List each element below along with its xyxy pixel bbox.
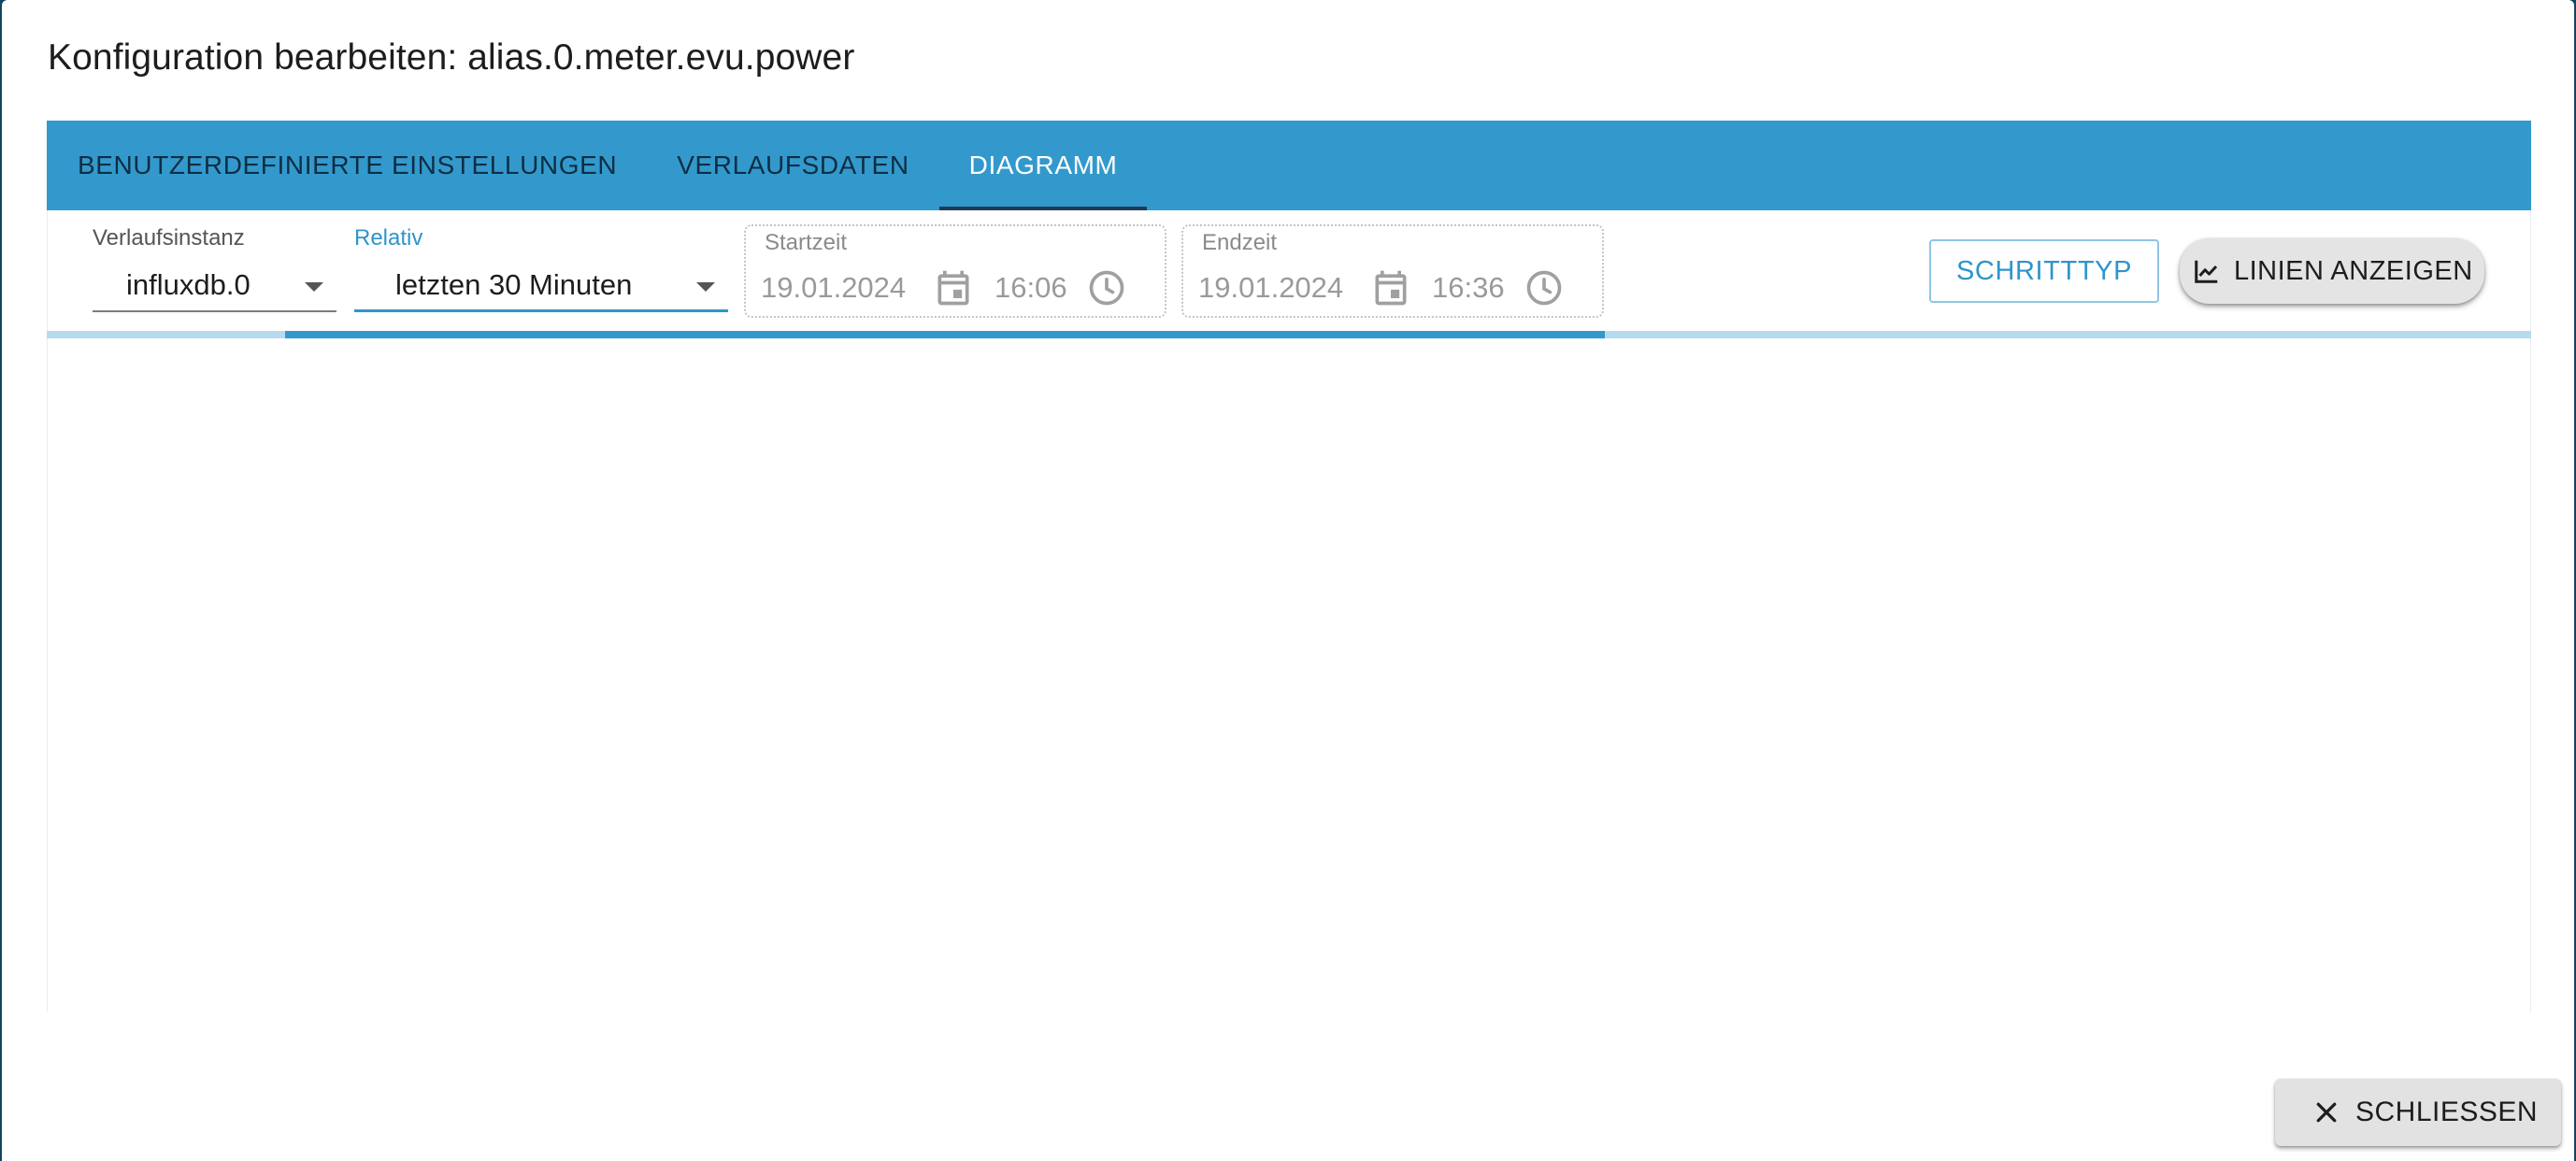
start-date-input[interactable]: 19.01.2024 — [761, 271, 906, 305]
tab-bar: BENUTZERDEFINIERTE EINSTELLUNGEN VERLAUF… — [47, 121, 2531, 210]
clock-icon[interactable] — [1524, 267, 1565, 308]
instance-select[interactable]: influxdb.0 — [93, 260, 336, 312]
calendar-icon[interactable] — [1370, 265, 1411, 310]
end-time-label: Endzeit — [1202, 230, 1278, 255]
tab-custom-settings[interactable]: BENUTZERDEFINIERTE EINSTELLUNGEN — [48, 121, 647, 210]
instance-value: influxdb.0 — [126, 268, 250, 301]
end-time-input[interactable]: 16:36 — [1432, 271, 1505, 305]
step-type-button[interactable]: SCHRITTTYP — [1929, 239, 2159, 303]
start-time-input[interactable]: 16:06 — [995, 271, 1067, 305]
caret-down-icon — [305, 282, 323, 292]
start-time-label: Startzeit — [765, 230, 848, 255]
close-button[interactable]: SCHLIESSEN — [2275, 1079, 2561, 1146]
close-label: SCHLIESSEN — [2355, 1096, 2539, 1127]
dialog-title: Konfiguration bearbeiten: alias.0.meter.… — [48, 37, 855, 78]
relative-select[interactable]: letzten 30 Minuten — [354, 260, 728, 312]
end-time-field: Endzeit 19.01.2024 16:36 — [1181, 224, 1604, 318]
loading-progress — [47, 331, 2531, 338]
end-date-input[interactable]: 19.01.2024 — [1198, 271, 1343, 305]
config-dialog: Konfiguration bearbeiten: alias.0.meter.… — [2, 0, 2574, 1161]
clock-icon[interactable] — [1086, 267, 1127, 308]
caret-down-icon — [696, 282, 715, 292]
start-time-field: Startzeit 19.01.2024 16:06 — [744, 224, 1166, 318]
show-lines-label: LINIEN ANZEIGEN — [2234, 255, 2473, 286]
calendar-icon[interactable] — [933, 265, 974, 310]
tab-chart[interactable]: DIAGRAMM — [938, 121, 1148, 210]
instance-label: Verlaufsinstanz — [93, 225, 245, 251]
show-lines-button[interactable]: LINIEN ANZEIGEN — [2180, 238, 2484, 304]
relative-label: Relativ — [354, 225, 423, 251]
relative-value: letzten 30 Minuten — [395, 267, 633, 301]
close-icon — [2316, 1102, 2337, 1123]
loading-progress-bar — [285, 331, 1605, 338]
line-chart-icon — [2195, 260, 2218, 283]
tab-history-data[interactable]: VERLAUFSDATEN — [647, 121, 938, 210]
